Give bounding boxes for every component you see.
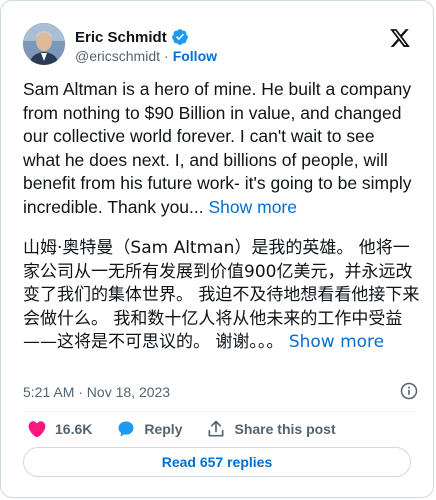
heart-icon <box>28 421 46 438</box>
read-replies-label: Read 657 replies <box>161 454 273 470</box>
avatar[interactable] <box>23 23 65 65</box>
tweet-actions: 16.6K Reply Share this post <box>27 418 360 440</box>
tweet-translation: 山姆·奥特曼（Sam Altman）是我的英雄。 他将一家公司从一无所有发展到价… <box>23 237 421 355</box>
like-button[interactable]: 16.6K <box>27 419 92 439</box>
author-display-name[interactable]: Eric Schmidt <box>75 29 167 46</box>
tweet-meta: 5:21 AM · Nov 18, 2023 <box>23 382 417 402</box>
read-replies-button[interactable]: Read 657 replies <box>23 447 411 477</box>
tweet-card: Eric Schmidt @ericschmidt · Follow Sam A… <box>0 0 434 498</box>
share-button[interactable]: Share this post <box>206 419 336 439</box>
verified-badge-icon <box>171 29 188 45</box>
follow-button[interactable]: Follow <box>173 48 217 64</box>
reply-bubble-icon <box>118 421 134 437</box>
reply-button[interactable]: Reply <box>116 419 182 439</box>
translation-show-more-link[interactable]: Show more <box>289 332 384 352</box>
share-upload-icon <box>208 420 224 437</box>
author-names: Eric Schmidt @ericschmidt · Follow <box>75 28 217 65</box>
handle-separator: · <box>164 48 169 64</box>
reply-label: Reply <box>144 421 183 437</box>
x-logo-icon[interactable] <box>389 27 411 49</box>
like-count: 16.6K <box>55 421 93 437</box>
tweet-timestamp[interactable]: 5:21 AM · Nov 18, 2023 <box>23 384 170 400</box>
tweet-header: Eric Schmidt @ericschmidt · Follow <box>23 21 417 71</box>
avatar-photo <box>23 23 65 65</box>
author-handle[interactable]: @ericschmidt <box>75 48 160 64</box>
info-icon[interactable] <box>399 381 419 401</box>
show-more-link[interactable]: Show more <box>208 197 297 217</box>
share-label: Share this post <box>234 421 336 437</box>
tweet-text: Sam Altman is a hero of mine. He built a… <box>23 78 415 219</box>
divider <box>23 411 417 412</box>
